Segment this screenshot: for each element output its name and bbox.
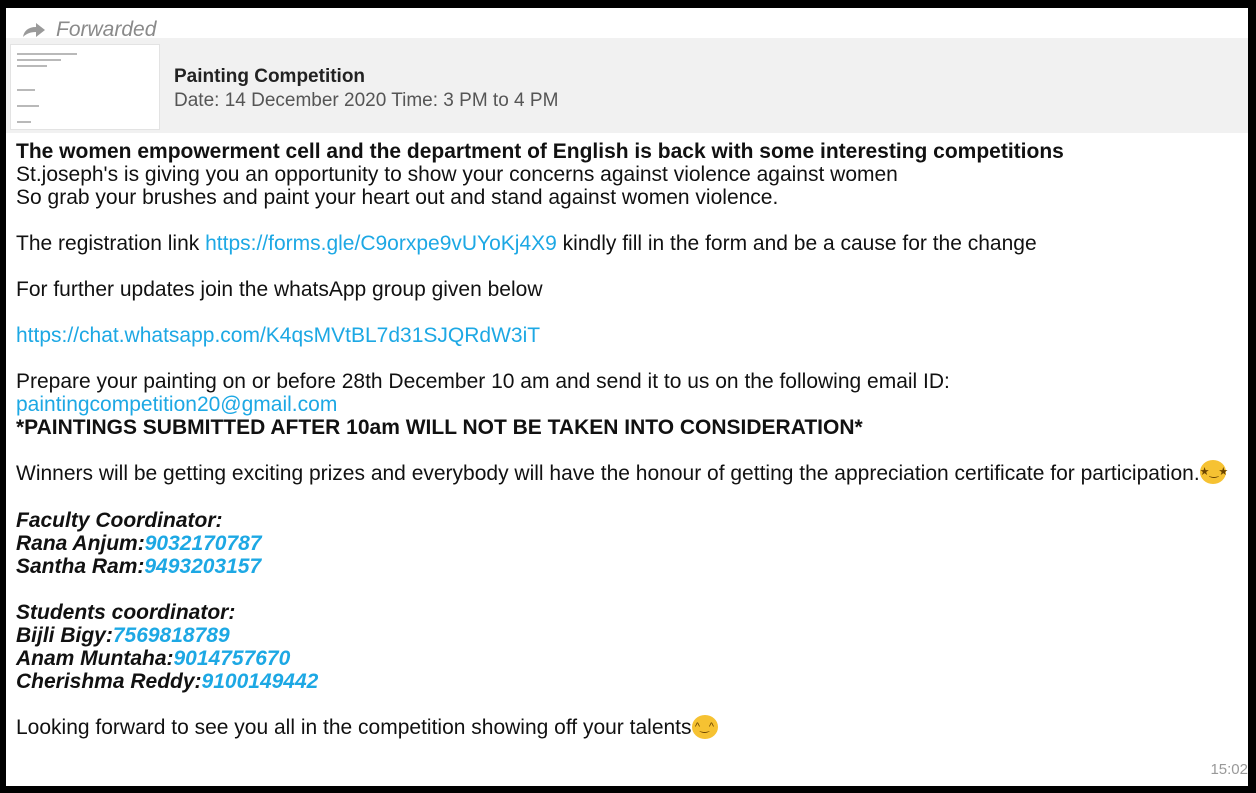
coordinator-line: Anam Muntaha:9014757670 <box>16 647 1248 670</box>
coordinator-name: Santha Ram: <box>16 555 145 579</box>
phone-link[interactable]: 9032170787 <box>145 532 262 555</box>
forward-arrow-icon <box>23 23 45 37</box>
coordinator-line: Bijli Bigy:7569818789 <box>16 624 1248 647</box>
coordinator-name: Rana Anjum: <box>16 532 145 556</box>
preview-title: Painting Competition <box>174 66 366 87</box>
closing-paragraph: Looking forward to see you all in the co… <box>16 714 1248 740</box>
message-timestamp: 15:02 <box>1210 761 1248 778</box>
star-struck-emoji-icon: ★‿★ <box>1199 460 1228 485</box>
message-heading: The women empowerment cell and the depar… <box>16 140 1064 163</box>
preview-thumbnail <box>10 44 160 130</box>
registration-link[interactable]: https://forms.gle/C9orxpe9vUYoKj4X9 <box>205 232 557 255</box>
phone-link[interactable]: 9493203157 <box>144 555 261 578</box>
phone-link[interactable]: 9100149442 <box>202 670 319 693</box>
whatsapp-group-link[interactable]: https://chat.whatsapp.com/K4qsMVtBL7d31S… <box>16 324 540 347</box>
updates-text: For further updates join the whatsApp gr… <box>16 278 543 301</box>
coordinator-name: Cherishma Reddy: <box>16 670 202 694</box>
registration-prefix: The registration link <box>16 232 206 255</box>
winners-text: Winners will be getting exciting prizes … <box>16 462 1200 485</box>
winners-paragraph: Winners will be getting exciting prizes … <box>16 460 1248 486</box>
prepare-text: Prepare your painting on or before 28th … <box>16 370 950 393</box>
message-bubble: Forwarded Painting Competition Date: 14 … <box>6 8 1248 786</box>
coordinator-line: Santha Ram:9493203157 <box>16 555 1248 578</box>
message-line: St.joseph's is giving you an opportunity… <box>16 163 898 186</box>
registration-suffix: kindly fill in the form and be a cause f… <box>556 232 1037 255</box>
phone-link[interactable]: 9014757670 <box>174 647 291 670</box>
prepare-paragraph: Prepare your painting on or before 28th … <box>16 370 1248 416</box>
closing-text: Looking forward to see you all in the co… <box>16 716 692 740</box>
link-preview[interactable]: Painting Competition Date: 14 December 2… <box>6 38 1248 133</box>
smiling-emoji-icon: ^‿^ <box>691 714 718 739</box>
deadline-warning: *PAINTINGS SUBMITTED AFTER 10am WILL NOT… <box>16 416 863 439</box>
preview-subtitle: Date: 14 December 2020 Time: 3 PM to 4 P… <box>174 90 559 111</box>
email-link[interactable]: paintingcompetition20@gmail.com <box>16 393 337 416</box>
students-heading: Students coordinator: <box>16 601 236 625</box>
coordinator-name: Bijli Bigy: <box>16 624 113 648</box>
registration-paragraph: The registration link https://forms.gle/… <box>16 232 1248 255</box>
coordinator-name: Anam Muntaha: <box>16 647 174 671</box>
phone-link[interactable]: 7569818789 <box>113 624 230 647</box>
message-line: So grab your brushes and paint your hear… <box>16 186 779 209</box>
coordinator-line: Rana Anjum:9032170787 <box>16 532 1248 555</box>
coordinator-line: Cherishma Reddy:9100149442 <box>16 670 1248 693</box>
faculty-heading: Faculty Coordinator: <box>16 509 223 533</box>
message-text: The women empowerment cell and the depar… <box>16 140 1248 741</box>
